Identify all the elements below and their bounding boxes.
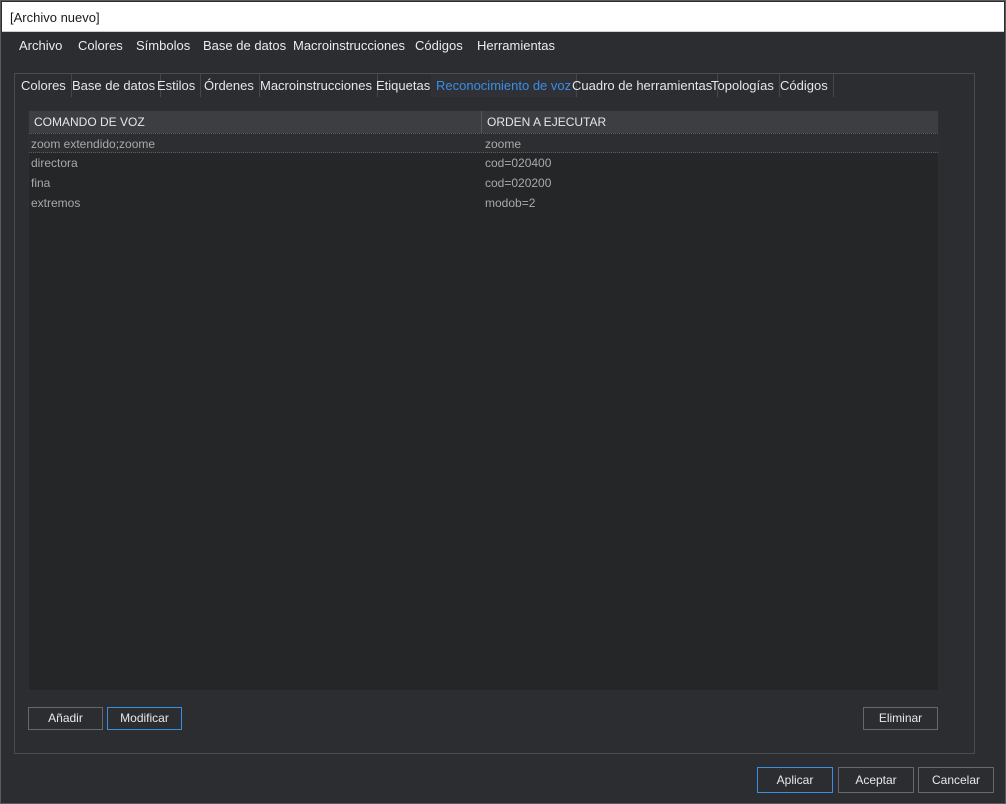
cell-command: modob=2	[485, 196, 536, 210]
cell-command: zoome	[485, 137, 522, 151]
add-button[interactable]: Añadir	[28, 707, 103, 730]
window-title: [Archivo nuevo]	[10, 10, 100, 25]
modify-button[interactable]: Modificar	[107, 707, 182, 730]
tab-cuadro-de-herramientas[interactable]: Cuadro de herramientas	[567, 74, 719, 97]
menu-simbolos[interactable]: Símbolos	[136, 38, 190, 53]
table-row[interactable]: directora cod=020400	[29, 153, 938, 173]
tab-reconocimiento-de-voz[interactable]: Reconocimiento de voz	[431, 74, 578, 97]
cell-command: cod=020400	[485, 156, 552, 170]
title-bar[interactable]: [Archivo nuevo]	[2, 2, 1004, 32]
table-header: COMANDO DE VOZ ORDEN A EJECUTAR	[29, 111, 938, 134]
column-header-orden[interactable]: ORDEN A EJECUTAR	[487, 115, 606, 129]
tab-estilos[interactable]: Estilos	[152, 74, 202, 97]
tab-base-de-datos[interactable]: Base de datos	[67, 74, 162, 97]
voice-commands-table[interactable]: COMANDO DE VOZ ORDEN A EJECUTAR zoom ext…	[28, 110, 939, 691]
tab-etiquetas[interactable]: Etiquetas	[371, 74, 437, 97]
menu-bar: Archivo Colores Símbolos Base de datos M…	[2, 32, 1004, 60]
menu-colores[interactable]: Colores	[78, 38, 123, 53]
menu-macroinstrucciones[interactable]: Macroinstrucciones	[293, 38, 405, 53]
tab-colores[interactable]: Colores	[16, 74, 72, 97]
cancel-button[interactable]: Cancelar	[918, 767, 994, 793]
settings-window: [Archivo nuevo] Archivo Colores Símbolos…	[0, 0, 1006, 804]
tab-macroinstrucciones[interactable]: Macroinstrucciones	[255, 74, 378, 97]
column-header-comando[interactable]: COMANDO DE VOZ	[34, 115, 145, 129]
menu-herramientas[interactable]: Herramientas	[477, 38, 555, 53]
table-row[interactable]: extremos modob=2	[29, 193, 938, 213]
apply-button[interactable]: Aplicar	[757, 767, 833, 793]
accept-button[interactable]: Aceptar	[838, 767, 914, 793]
tab-ordenes[interactable]: Órdenes	[199, 74, 260, 97]
cell-voice-command: fina	[31, 176, 51, 190]
menu-archivo[interactable]: Archivo	[19, 38, 62, 53]
column-divider[interactable]	[481, 111, 482, 133]
table-row[interactable]: fina cod=020200	[29, 173, 938, 193]
cell-voice-command: zoom extendido;zoome	[31, 137, 156, 151]
tab-topologias[interactable]: Topologías	[706, 74, 780, 97]
menu-base-de-datos[interactable]: Base de datos	[203, 38, 286, 53]
cell-command: cod=020200	[485, 176, 552, 190]
cell-voice-command: extremos	[31, 196, 81, 210]
menu-codigos[interactable]: Códigos	[415, 38, 463, 53]
cell-voice-command: directora	[31, 156, 78, 170]
delete-button[interactable]: Eliminar	[863, 707, 938, 730]
table-row[interactable]: zoom extendido;zoome zoome	[29, 133, 938, 153]
tab-codigos[interactable]: Códigos	[775, 74, 834, 97]
